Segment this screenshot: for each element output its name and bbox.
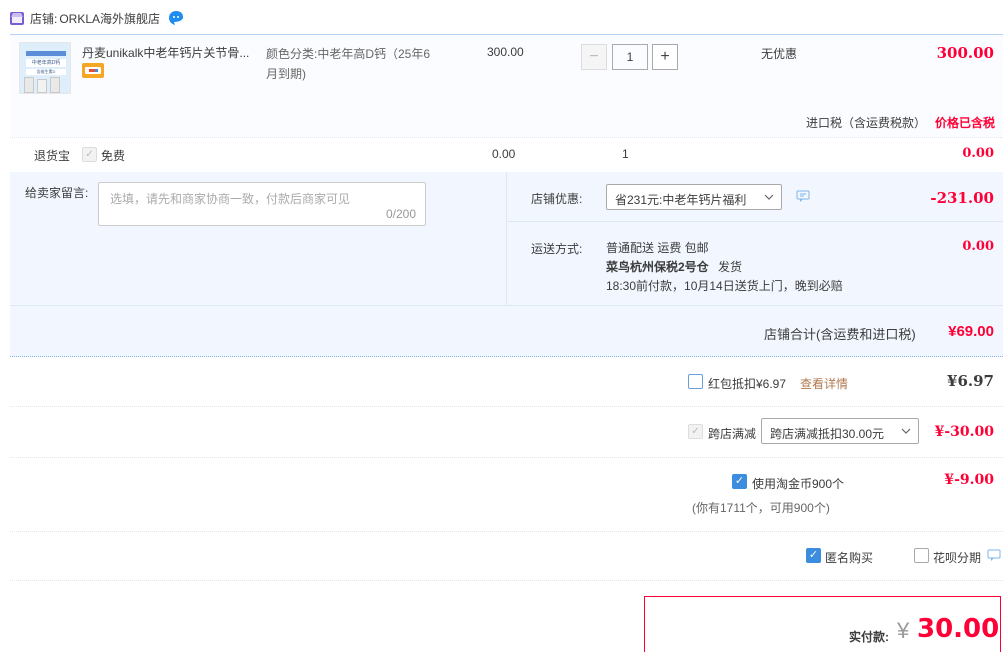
- chevron-down-icon: [763, 191, 775, 206]
- pay-currency: ¥: [897, 618, 910, 643]
- pay-label: 实付款:: [849, 630, 889, 644]
- huabei-label: 花呗分期: [933, 551, 982, 565]
- return-insurance-label: 退货宝: [34, 149, 71, 163]
- return-insurance-option: 免费: [101, 149, 126, 163]
- taojinbi-label: 使用淘金币900个: [752, 477, 845, 491]
- seller-message-counter: 0/200: [385, 207, 416, 221]
- shop-name[interactable]: ORKLA海外旗舰店: [59, 10, 160, 27]
- shop-total-label: 店铺合计(含运费和进口税): [764, 327, 916, 342]
- panel-row-divider: [507, 221, 1003, 222]
- divider: [10, 580, 1003, 581]
- shipping-info: 普通配送 运费 包邮 菜鸟杭州保税2号仓 发货 18:30前付款，10月14日送…: [606, 239, 843, 296]
- shop-discount-select[interactable]: 省231元:中老年钙片福利: [606, 184, 782, 210]
- return-insurance-checkbox: ✓: [82, 147, 97, 162]
- wangwang-chat-icon[interactable]: [168, 10, 184, 26]
- huabei-info-icon[interactable]: [987, 549, 1001, 565]
- cross-shop-label: 跨店满减: [708, 427, 757, 441]
- import-tax-label: 进口税（含运费税款）: [806, 116, 927, 130]
- product-thumbnail[interactable]: 中老年高D钙 含维生素D: [19, 42, 71, 94]
- thumb-subtext: 含维生素D: [26, 69, 66, 75]
- divider: [10, 531, 1003, 532]
- panel-total-divider: [10, 305, 1003, 306]
- cross-shop-select[interactable]: 跨店满减抵扣30.00元: [761, 418, 919, 444]
- quantity-input[interactable]: 1: [612, 44, 648, 70]
- seller-message-placeholder: 选填，请先和商家协商一致，付款后商家可见: [110, 192, 351, 206]
- sku-label: 颜色分类:: [266, 47, 318, 61]
- item-subtotal: 300.00: [936, 44, 994, 62]
- shipping-label: 运送方式:: [531, 242, 583, 256]
- seller-message-label: 给卖家留言:: [25, 186, 89, 200]
- shop-icon: [10, 11, 24, 25]
- shop-label: 店铺:: [30, 11, 58, 26]
- sku-value: 中老年高D钙（25年6: [317, 47, 431, 61]
- shop-header: 店铺: ORKLA海外旗舰店: [10, 8, 184, 28]
- increase-quantity-button[interactable]: +: [652, 44, 678, 70]
- quantity-stepper: − 1 +: [581, 43, 678, 71]
- return-insurance-total: 0.00: [962, 146, 994, 161]
- thumb-text: 中老年高D钙: [26, 59, 66, 67]
- huabei-checkbox[interactable]: [914, 548, 929, 563]
- payment-summary-box: 实付款: ¥ 30.00: [644, 596, 1001, 652]
- discount-info-icon[interactable]: [796, 190, 810, 206]
- anonymous-label: 匿名购买: [825, 551, 874, 565]
- shipping-method: 普通配送 运费 包邮: [606, 241, 709, 255]
- shipping-amount: 0.00: [962, 239, 994, 254]
- panel-vertical-divider: [506, 172, 507, 305]
- sku-info: 颜色分类:中老年高D钙（25年6 月到期): [266, 44, 456, 84]
- shipping-dispatch: 发货: [718, 260, 743, 274]
- cross-shop-amount: ¥-30.00: [934, 424, 994, 440]
- chevron-down-icon: [900, 425, 912, 440]
- seller-message-input[interactable]: 选填，请先和商家协商一致，付款后商家可见 0/200: [98, 182, 426, 226]
- shop-discount-selected: 省231元:中老年钙片福利: [615, 193, 747, 207]
- red-packet-label: 红包抵扣¥6.97: [708, 377, 787, 391]
- red-packet-details-link[interactable]: 查看详情: [800, 375, 848, 392]
- sku-value-cont: 月到期): [266, 67, 306, 81]
- divider: [10, 137, 1003, 138]
- divider: [10, 406, 1003, 407]
- taojinbi-checkbox[interactable]: ✓: [732, 474, 747, 489]
- shop-discount-amount: -231.00: [930, 189, 994, 207]
- cross-shop-selected: 跨店满减抵扣30.00元: [770, 427, 885, 441]
- product-title[interactable]: 丹麦unikalk中老年钙片关节骨...: [82, 44, 262, 61]
- decrease-quantity-button[interactable]: −: [581, 44, 607, 70]
- cross-shop-checkbox: ✓: [688, 424, 703, 439]
- item-discount: 无优惠: [761, 47, 798, 61]
- return-insurance-price: 0.00: [492, 147, 516, 161]
- divider: [10, 457, 1003, 458]
- return-insurance-qty: 1: [622, 147, 629, 161]
- taojinbi-note: (你有1711个，可用900个): [692, 501, 830, 515]
- taojinbi-amount: ¥-9.00: [944, 472, 994, 488]
- shipping-warehouse: 菜鸟杭州保税2号仓: [606, 260, 709, 274]
- shop-total-amount: ¥69.00: [948, 323, 994, 340]
- red-packet-checkbox[interactable]: [688, 374, 703, 389]
- pay-amount: 30.00: [917, 614, 1000, 644]
- red-packet-amount: ¥6.97: [947, 372, 994, 390]
- shop-discount-label: 店铺优惠:: [531, 192, 583, 206]
- unit-price: 300.00: [487, 45, 524, 59]
- card-badge-icon: [82, 63, 104, 78]
- import-tax-value: 价格已含税: [935, 116, 996, 130]
- anonymous-checkbox[interactable]: ✓: [806, 548, 821, 563]
- shipping-promise: 18:30前付款，10月14日送货上门，晚到必赔: [606, 279, 843, 293]
